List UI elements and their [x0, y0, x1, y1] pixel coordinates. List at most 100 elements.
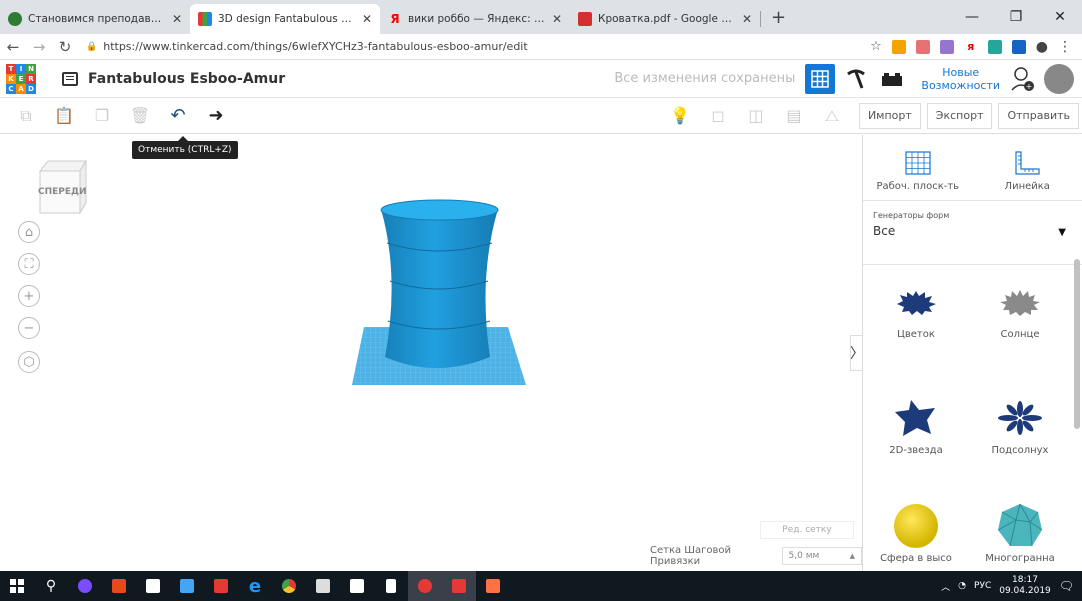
add-user-button[interactable]: +: [1008, 64, 1038, 94]
edge-icon[interactable]: e: [238, 571, 272, 601]
taskbar-app-icon[interactable]: [340, 571, 374, 601]
duplicate-icon[interactable]: ❐: [90, 104, 114, 128]
network-icon[interactable]: ◔: [958, 581, 966, 591]
view-cube[interactable]: СПЕРЕДИ: [34, 157, 90, 217]
extension-icon[interactable]: [915, 39, 930, 54]
yandex-icon[interactable]: я: [964, 40, 978, 54]
browser-tab-1[interactable]: Становимся преподавателем р ✕: [0, 4, 190, 34]
search-icon[interactable]: ⚲: [34, 571, 68, 601]
zoom-out-button[interactable]: −: [18, 317, 40, 339]
shape-tile[interactable]: Цветок: [871, 275, 961, 340]
redo-icon[interactable]: ➜: [204, 104, 228, 128]
undo-icon[interactable]: ↶: [166, 104, 190, 128]
fit-view-button[interactable]: ⛶: [18, 253, 40, 275]
tab-close-icon[interactable]: ✕: [552, 12, 562, 26]
workplane-viewport[interactable]: СПЕРЕДИ ⌂ ⛶ + − ⬡ Ред. сетку Сетка Шагов…: [0, 135, 862, 571]
new-tab-button[interactable]: +: [761, 4, 796, 34]
shape-tile[interactable]: Многогранна: [975, 499, 1065, 565]
delete-icon[interactable]: 🗑: [128, 104, 152, 128]
clock[interactable]: 18:17 09.04.2019: [999, 575, 1051, 597]
chrome-icon[interactable]: [272, 571, 306, 601]
caret-down-icon: ▼: [1058, 227, 1066, 238]
system-tray: ︿ ◔ РУС 18:17 09.04.2019 🗨: [941, 575, 1082, 597]
yandex-browser-icon[interactable]: [442, 571, 476, 601]
extension-icon[interactable]: [939, 39, 954, 54]
perspective-button[interactable]: ⬡: [18, 351, 40, 373]
panel-scrollbar[interactable]: [1074, 259, 1080, 429]
shape-tile[interactable]: Сфера в высо: [871, 499, 961, 565]
design-menu-icon[interactable]: [62, 71, 78, 86]
tab-title: Становимся преподавателем р: [28, 13, 166, 25]
calculator-icon[interactable]: [306, 571, 340, 601]
notifications-icon[interactable]: 🗨: [1059, 579, 1074, 593]
taskbar-app-icon[interactable]: [68, 571, 102, 601]
browser-tab-4[interactable]: Кроватка.pdf - Google Диск ✕: [570, 4, 760, 34]
edit-grid-button[interactable]: Ред. сетку: [760, 521, 854, 539]
3d-view-button[interactable]: [805, 63, 836, 94]
extension-icon[interactable]: [891, 39, 906, 54]
3d-model-on-workplane[interactable]: [340, 197, 540, 397]
home-view-button[interactable]: ⌂: [18, 221, 40, 243]
forward-arrow-icon[interactable]: →: [26, 38, 52, 56]
workplane-tool[interactable]: Рабоч. плоск-ть: [863, 135, 973, 200]
restore-icon[interactable]: ❐: [994, 9, 1038, 25]
cart-icon[interactable]: [1011, 39, 1026, 54]
star-icon[interactable]: ☆: [870, 39, 882, 54]
generators-value: Все: [873, 224, 896, 238]
group-icon[interactable]: ◻: [706, 104, 730, 128]
svg-text:+: +: [1026, 82, 1033, 91]
light-bulb-icon[interactable]: 💡: [668, 104, 692, 128]
close-window-icon[interactable]: ✕: [1038, 9, 1082, 25]
browser-tab-2[interactable]: 3D design Fantabulous Esboo-A ✕: [190, 4, 380, 34]
browser-tab-3[interactable]: Я вики роббо — Яндекс: нашлос ✕: [380, 4, 570, 34]
reload-icon[interactable]: ↻: [52, 38, 78, 56]
bricks-view-button[interactable]: [877, 64, 907, 94]
language-indicator[interactable]: РУС: [974, 581, 991, 591]
back-arrow-icon[interactable]: ←: [0, 38, 26, 56]
browser-menu-icon[interactable]: ⋮: [1058, 39, 1072, 55]
edit-toolbar: ⧉ 📋 ❐ 🗑 ↶ ➜ 💡 ◻ ◫ ▤ ⧍ Импорт Экспорт Отп…: [0, 98, 1082, 134]
shape-tile[interactable]: Солнце: [975, 275, 1065, 340]
align-icon[interactable]: ▤: [782, 104, 806, 128]
undo-tooltip: Отменить (CTRL+Z): [132, 136, 238, 159]
window-controls: — ❐ ✕: [950, 0, 1082, 34]
mail-icon[interactable]: [204, 571, 238, 601]
tinkercad-logo[interactable]: T I N K E R C A D: [6, 63, 36, 94]
paste-icon[interactable]: 📋: [52, 104, 76, 128]
ruler-tool[interactable]: Линейка: [973, 135, 1082, 200]
opera-icon[interactable]: [408, 571, 442, 601]
pickaxe-icon: [847, 69, 866, 89]
tab-close-icon[interactable]: ✕: [742, 12, 752, 26]
file-icon[interactable]: [374, 571, 408, 601]
taskbar-app-icon[interactable]: [102, 571, 136, 601]
account-icon[interactable]: ●: [1036, 39, 1048, 55]
send-button[interactable]: Отправить: [998, 102, 1079, 129]
copy-icon[interactable]: ⧉: [14, 104, 38, 128]
tab-close-icon[interactable]: ✕: [172, 12, 182, 26]
windows-icon: [10, 579, 24, 593]
design-title[interactable]: Fantabulous Esboo-Amur: [88, 71, 285, 87]
snap-grid-select[interactable]: 5,0 мм ▲: [781, 547, 862, 565]
start-button[interactable]: [0, 571, 34, 601]
export-button[interactable]: Экспорт: [926, 102, 993, 129]
mirror-icon[interactable]: ⧍: [820, 104, 844, 128]
shapes-panel: Рабоч. плоск-ть Линейка Генераторы форм …: [862, 135, 1082, 571]
shape-generators-select[interactable]: Генераторы форм Все ▼: [863, 201, 1082, 265]
minimize-icon[interactable]: —: [950, 9, 994, 25]
zoom-in-button[interactable]: +: [18, 285, 40, 307]
shape-tile[interactable]: 2D-звезда: [871, 391, 961, 456]
user-avatar[interactable]: [1044, 63, 1074, 94]
chevron-up-icon: ▲: [849, 552, 855, 560]
taskbar-app-icon[interactable]: [170, 571, 204, 601]
tray-up-arrow-icon[interactable]: ︿: [941, 580, 950, 593]
tab-close-icon[interactable]: ✕: [362, 12, 372, 26]
home-extension-icon[interactable]: [987, 39, 1002, 54]
import-button[interactable]: Импорт: [858, 102, 921, 129]
new-features-link[interactable]: Новые Возможности: [921, 66, 1000, 92]
paint-icon[interactable]: [476, 571, 510, 601]
ungroup-icon[interactable]: ◫: [744, 104, 768, 128]
store-icon[interactable]: [136, 571, 170, 601]
blocks-view-button[interactable]: [841, 64, 871, 94]
url-field[interactable]: 🔒 https://www.tinkercad.com/things/6wlef…: [86, 40, 528, 53]
shape-tile[interactable]: Подсолнух: [975, 391, 1065, 456]
